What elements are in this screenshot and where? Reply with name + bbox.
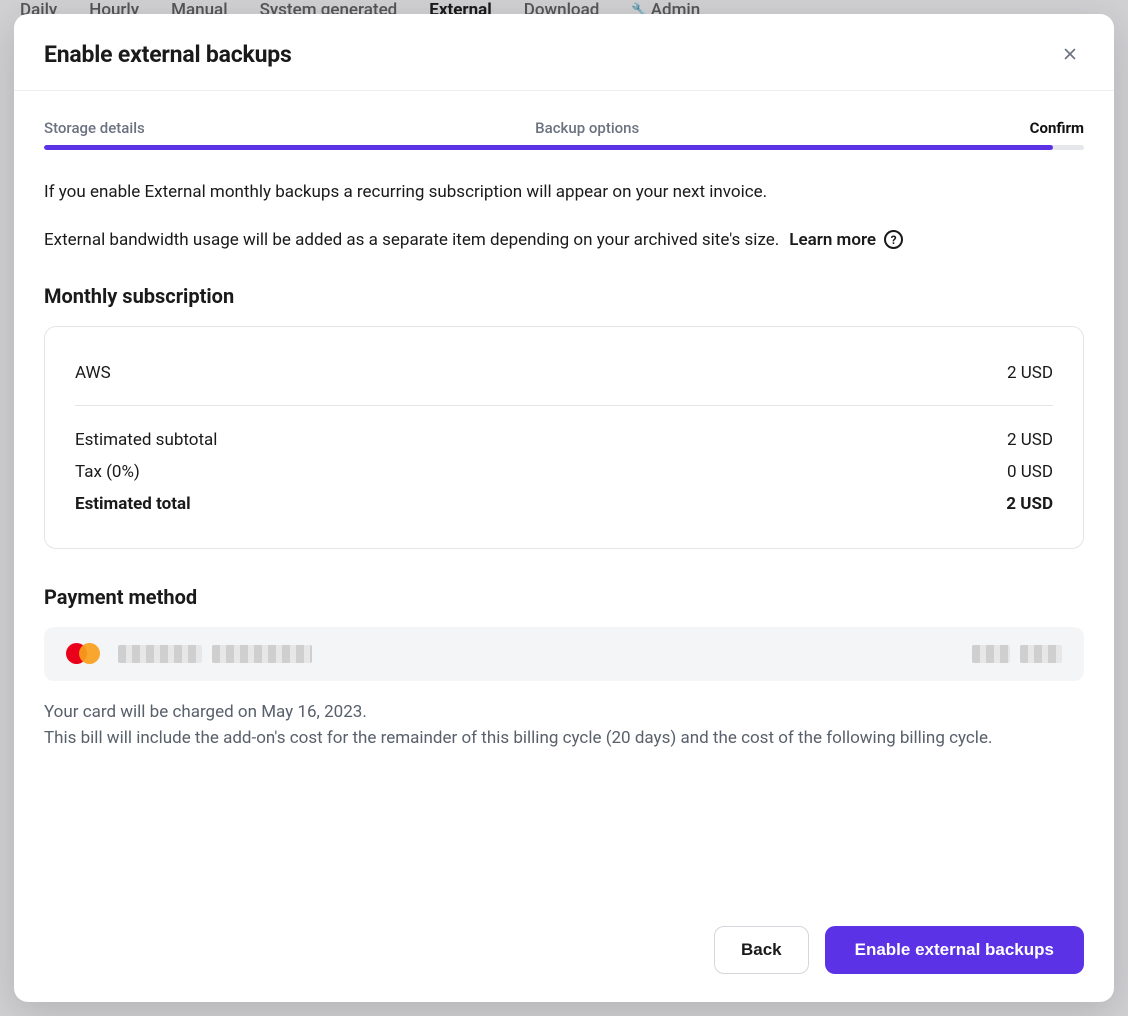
subscription-heading: Monthly subscription <box>44 284 1084 308</box>
payment-method-card <box>44 627 1084 681</box>
summary-total: Estimated total 2 USD <box>75 488 1053 520</box>
intro-text-1: If you enable External monthly backups a… <box>44 180 1084 206</box>
enable-external-backups-button[interactable]: Enable external backups <box>825 926 1084 974</box>
payment-method-right <box>972 645 1062 663</box>
summary-divider <box>75 405 1053 406</box>
close-button[interactable] <box>1056 40 1084 68</box>
modal-header: Enable external backups <box>14 14 1114 91</box>
step-confirm: Confirm <box>1030 119 1084 137</box>
payment-method-heading: Payment method <box>44 585 1084 609</box>
modal-body: Storage details Backup options Confirm I… <box>14 91 1114 904</box>
mastercard-icon <box>66 643 100 665</box>
learn-more-label: Learn more <box>789 230 876 250</box>
card-number-redacted <box>118 645 202 663</box>
summary-tax: Tax (0%) 0 USD <box>75 456 1053 488</box>
summary-line-item-value: 2 USD <box>1007 363 1053 383</box>
wizard-progress-fill <box>44 145 1053 150</box>
summary-line-item-label: AWS <box>75 363 111 383</box>
card-expiry-redacted <box>1020 645 1062 663</box>
summary-line-item: AWS 2 USD <box>75 357 1053 389</box>
summary-total-label: Estimated total <box>75 494 191 514</box>
question-circle-icon: ? <box>884 230 903 249</box>
summary-total-value: 2 USD <box>1006 494 1053 514</box>
summary-subtotal-value: 2 USD <box>1007 430 1053 450</box>
back-button[interactable]: Back <box>714 926 809 974</box>
intro-text-2-row: External bandwidth usage will be added a… <box>44 230 1084 250</box>
learn-more-link[interactable]: Learn more ? <box>789 230 903 250</box>
summary-tax-label: Tax (0%) <box>75 462 140 482</box>
summary-subtotal-label: Estimated subtotal <box>75 430 217 450</box>
modal-title: Enable external backups <box>44 41 292 68</box>
charge-note-line2: This bill will include the add-on's cost… <box>44 728 992 748</box>
payment-method-left <box>66 643 312 665</box>
step-storage-details: Storage details <box>44 119 145 137</box>
wizard-steps: Storage details Backup options Confirm <box>44 119 1084 137</box>
intro-text-2: External bandwidth usage will be added a… <box>44 230 779 250</box>
step-backup-options: Backup options <box>535 119 639 137</box>
enable-external-backups-modal: Enable external backups Storage details … <box>14 14 1114 1002</box>
charge-note-line1: Your card will be charged on May 16, 202… <box>44 702 367 722</box>
charge-note: Your card will be charged on May 16, 202… <box>44 699 1084 752</box>
summary-subtotal: Estimated subtotal 2 USD <box>75 424 1053 456</box>
wizard-progress-bar <box>44 145 1084 150</box>
card-expiry-redacted <box>972 645 1010 663</box>
summary-tax-value: 0 USD <box>1007 462 1053 482</box>
card-number-redacted <box>212 645 312 663</box>
subscription-summary-card: AWS 2 USD Estimated subtotal 2 USD Tax (… <box>44 326 1084 549</box>
modal-footer: Back Enable external backups <box>14 904 1114 1002</box>
close-icon <box>1061 45 1079 63</box>
